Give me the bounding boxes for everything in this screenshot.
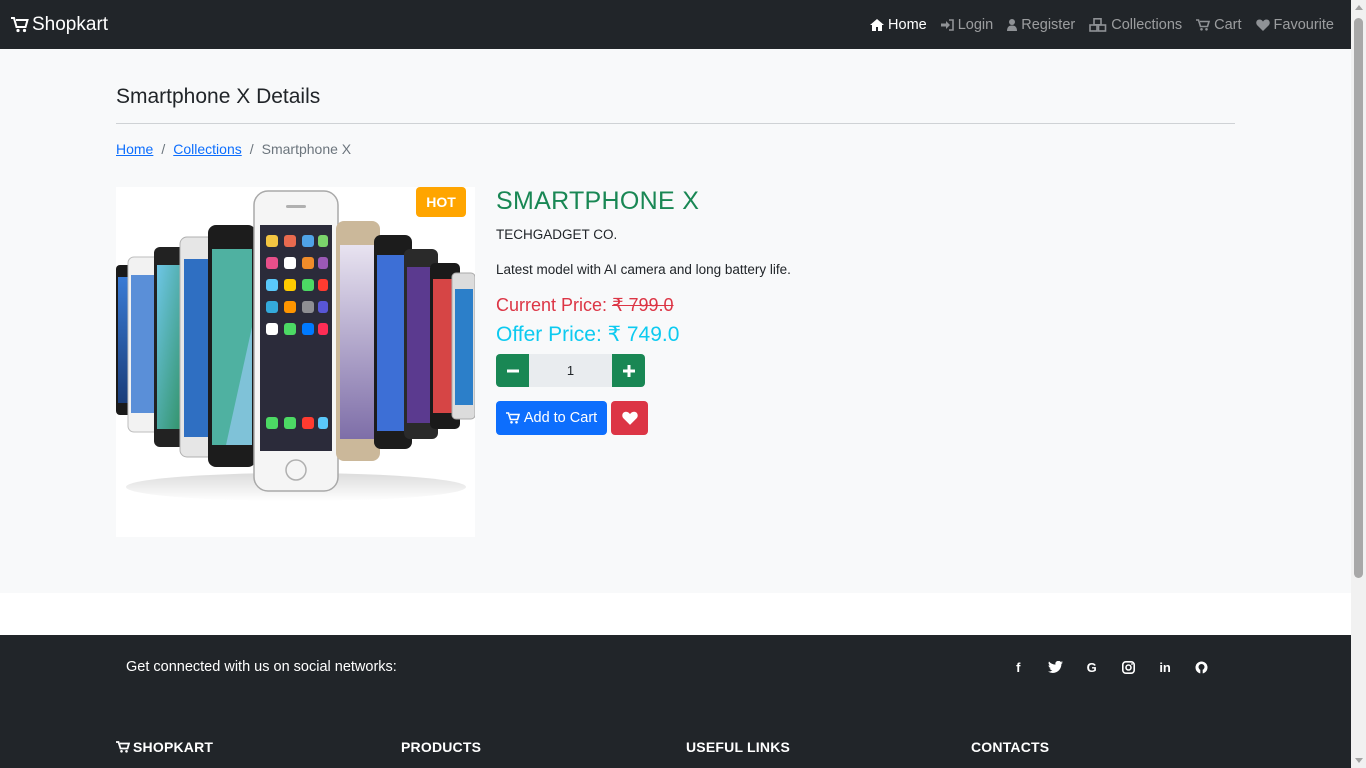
nav-register[interactable]: Register — [1007, 17, 1075, 33]
product-brand: TECHGADGET CO. — [496, 227, 618, 242]
offer-price: Offer Price: ₹ 749.0 — [496, 322, 679, 347]
hot-badge: HOT — [416, 187, 466, 217]
page-scrollbar[interactable] — [1351, 0, 1366, 768]
heart-icon — [621, 411, 638, 425]
nav-home-label: Home — [888, 16, 927, 33]
offer-price-label: Offer Price: — [496, 323, 602, 346]
nav-register-label: Register — [1021, 16, 1076, 33]
nav-collections-label: Collections — [1111, 16, 1183, 33]
add-to-favourite-button[interactable] — [611, 401, 648, 435]
add-to-cart-label: Add to Cart — [523, 410, 598, 426]
social-icons: f G in — [1000, 657, 1220, 677]
breadcrumb-separator: / — [249, 141, 254, 157]
decrement-button[interactable] — [496, 354, 529, 387]
cart-icon — [1196, 18, 1211, 31]
nav-cart[interactable]: Cart — [1196, 16, 1242, 33]
footer-heading-useful-links: USEFUL LINKS — [686, 739, 791, 755]
nav-login[interactable]: Login — [940, 16, 994, 33]
user-icon — [1007, 18, 1018, 31]
breadcrumb-separator: / — [161, 141, 166, 157]
cart-icon — [116, 741, 130, 753]
twitter-icon[interactable] — [1037, 657, 1074, 677]
cubes-icon — [1089, 17, 1107, 32]
footer-heading-products: PRODUCTS — [401, 739, 482, 755]
smartphones-illustration — [116, 190, 475, 501]
breadcrumb-home-link[interactable]: Home — [116, 141, 153, 157]
quantity-stepper: 1 — [496, 354, 645, 387]
increment-button[interactable] — [612, 354, 645, 387]
facebook-icon[interactable]: f — [1000, 657, 1037, 677]
add-to-cart-button[interactable]: Add to Cart — [496, 401, 607, 435]
navbar: Shopkart Home Login Register Collections… — [0, 0, 1351, 49]
linkedin-icon[interactable]: in — [1147, 657, 1184, 677]
minus-icon — [506, 369, 519, 372]
nav-collections[interactable]: Collections — [1089, 17, 1182, 33]
product-description: Latest model with AI camera and long bat… — [496, 262, 791, 277]
cart-icon — [505, 412, 520, 424]
brand-label: Shopkart — [32, 13, 109, 35]
product-image — [116, 187, 475, 537]
nav-home[interactable]: Home — [870, 17, 927, 33]
sign-in-icon — [940, 18, 954, 31]
github-icon[interactable] — [1183, 657, 1220, 677]
footer-heading-label: SHOPKART — [133, 739, 214, 755]
nav-favourite-label: Favourite — [1273, 16, 1334, 33]
heart-icon — [1255, 19, 1270, 31]
cart-icon — [11, 16, 29, 32]
footer-heading-contacts: CONTACTS — [971, 739, 1050, 755]
instagram-icon[interactable] — [1110, 657, 1147, 677]
section-spacer — [0, 593, 1351, 635]
breadcrumb-collections-link[interactable]: Collections — [173, 141, 241, 157]
offer-price-value: ₹ 749.0 — [607, 323, 680, 346]
nav-cart-label: Cart — [1214, 16, 1242, 33]
current-price-label: Current Price: — [496, 295, 608, 315]
social-text: Get connected with us on social networks… — [126, 659, 397, 675]
title-divider — [116, 123, 1235, 124]
home-icon — [870, 18, 885, 31]
nav-login-label: Login — [957, 16, 994, 33]
page-title: Smartphone X Details — [116, 85, 321, 108]
scroll-down-arrow[interactable] — [1355, 758, 1363, 763]
current-price: Current Price: ₹ 799.0 — [496, 295, 674, 316]
footer-heading-shopkart: SHOPKART — [116, 739, 213, 755]
product-name: SMARTPHONE X — [496, 187, 700, 215]
quantity-input[interactable]: 1 — [529, 354, 612, 387]
breadcrumb-current: Smartphone X — [261, 141, 352, 157]
footer: Get connected with us on social networks… — [0, 635, 1351, 768]
product-details-section: Smartphone X Details Home / Collections … — [0, 49, 1351, 593]
brand-link[interactable]: Shopkart — [11, 14, 108, 36]
scroll-thumb[interactable] — [1354, 18, 1363, 578]
nav-favourite[interactable]: Favourite — [1255, 16, 1334, 33]
google-icon[interactable]: G — [1073, 657, 1110, 677]
nav-links: Home Login Register Collections Cart Fav… — [856, 0, 1340, 49]
current-price-value: ₹ 799.0 — [612, 295, 674, 315]
breadcrumb: Home / Collections / Smartphone X — [116, 141, 351, 157]
scroll-up-arrow[interactable] — [1355, 5, 1363, 10]
plus-icon — [622, 364, 635, 377]
